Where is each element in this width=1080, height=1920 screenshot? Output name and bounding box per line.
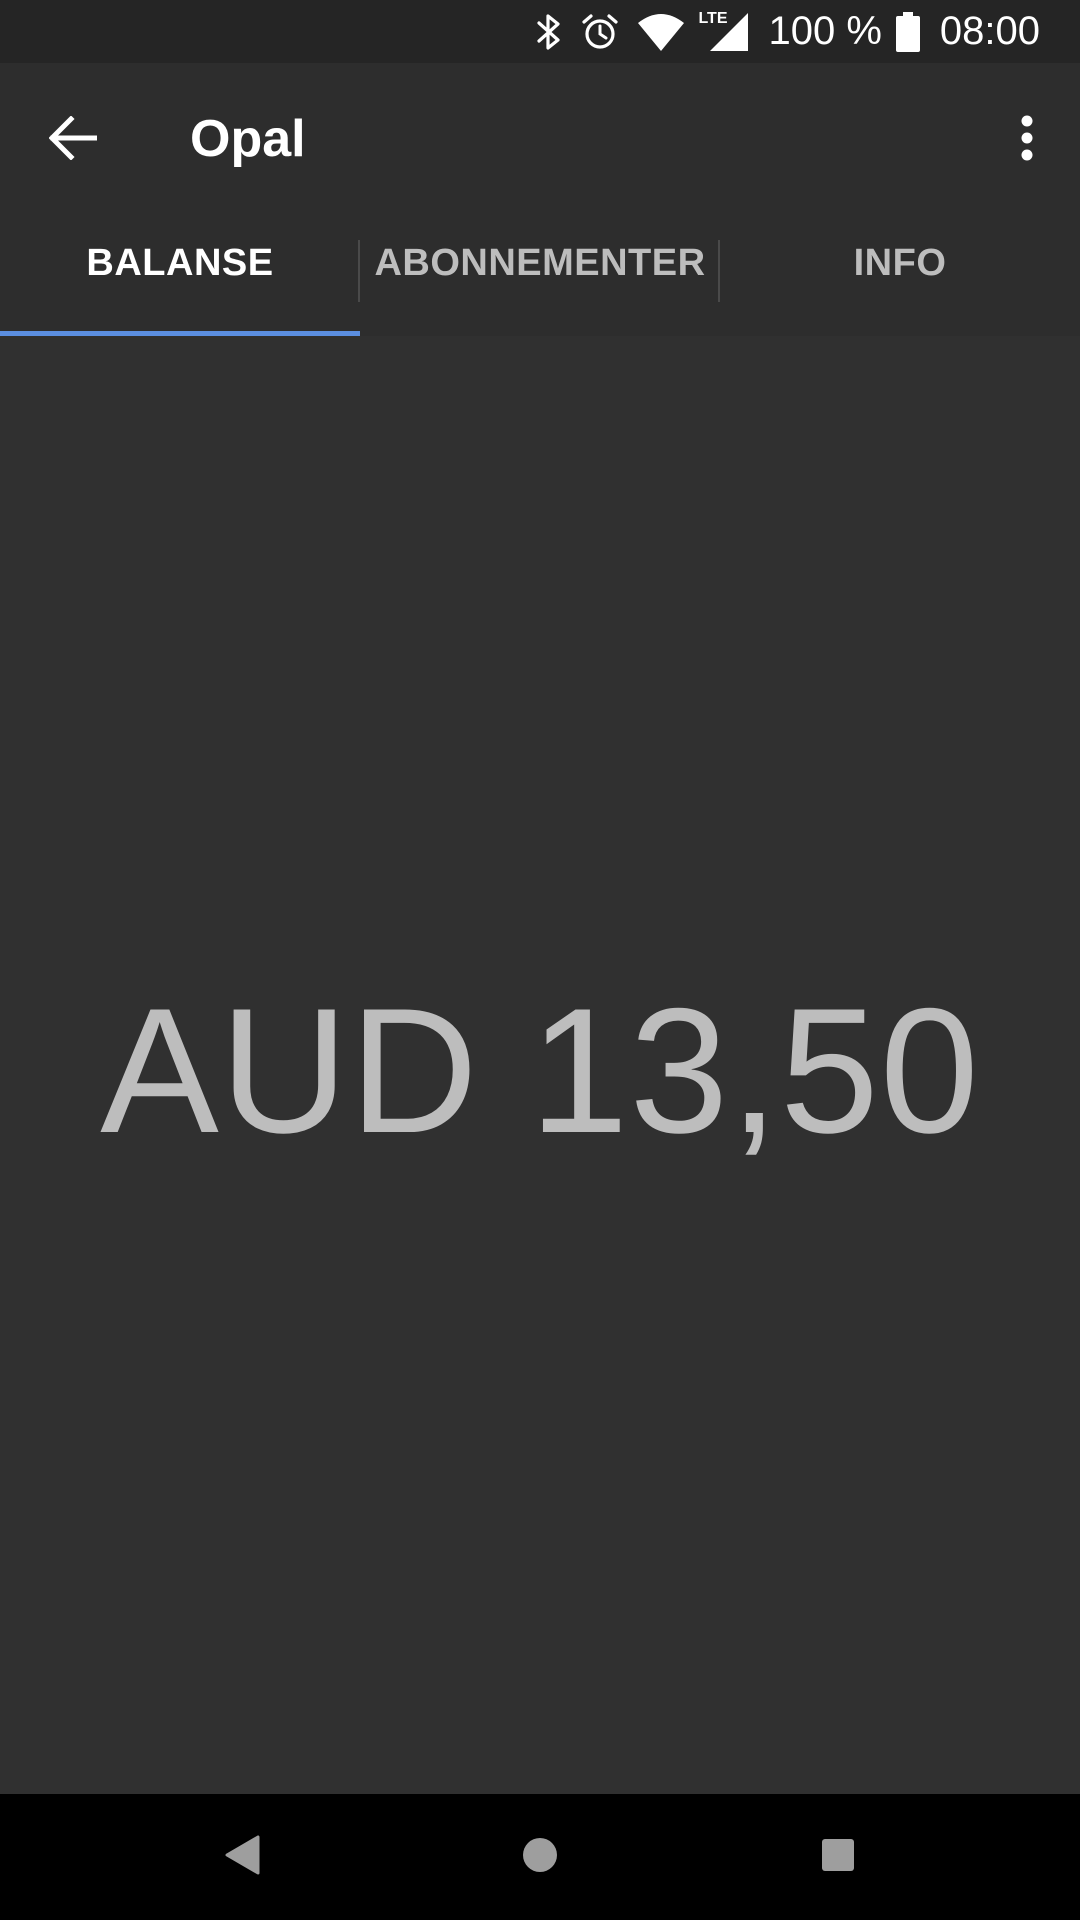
battery-percent: 100 %	[768, 9, 882, 53]
tab-bar: BALANSE ABONNEMENTER INFO	[0, 210, 1080, 336]
status-bar: LTE 100 % 08:00	[0, 0, 1080, 63]
tab-info[interactable]: INFO	[720, 210, 1080, 336]
alarm-icon	[580, 0, 620, 63]
nav-home-button[interactable]	[500, 1817, 580, 1897]
wifi-icon	[638, 0, 685, 63]
back-button[interactable]	[34, 101, 112, 179]
nav-back-icon	[224, 1835, 260, 1880]
app-bar: Opal	[0, 63, 1080, 210]
nav-recents-button[interactable]	[798, 1817, 878, 1897]
overflow-menu-button[interactable]	[988, 101, 1066, 179]
tab-abonnementer[interactable]: ABONNEMENTER	[360, 210, 720, 336]
tab-label: BALANSE	[86, 241, 274, 284]
more-vert-icon	[1020, 115, 1034, 166]
tab-label: INFO	[853, 241, 947, 284]
lte-label: LTE	[698, 10, 728, 27]
bluetooth-icon	[536, 0, 562, 63]
nav-back-button[interactable]	[202, 1817, 282, 1897]
nav-recents-icon	[820, 1837, 856, 1878]
screen: LTE 100 % 08:00 Opal BALANSE ABONNEMENTE…	[0, 0, 1080, 1920]
tab-balanse[interactable]: BALANSE	[0, 210, 360, 336]
navigation-bar	[0, 1794, 1080, 1920]
battery-full-icon	[895, 0, 920, 63]
nav-home-icon	[521, 1836, 559, 1879]
balance-panel: AUD 13,50	[0, 336, 1080, 1794]
arrow-back-icon	[48, 114, 98, 165]
tab-label: ABONNEMENTER	[374, 241, 706, 284]
lte-signal-icon: LTE	[698, 0, 749, 63]
balance-amount: AUD 13,50	[100, 971, 980, 1170]
page-title: Opal	[190, 110, 306, 168]
clock: 08:00	[939, 9, 1040, 53]
